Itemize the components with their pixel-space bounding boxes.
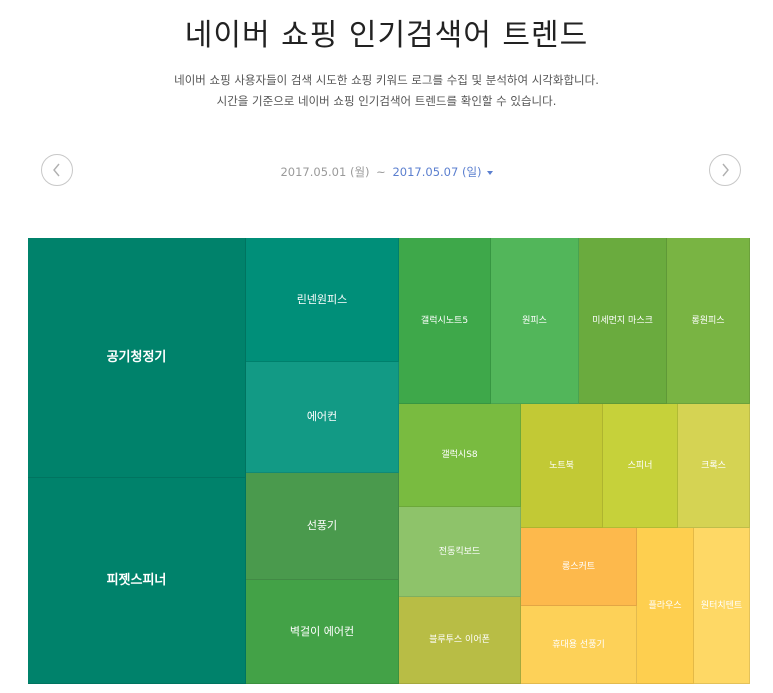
- treemap-cell[interactable]: 크록스: [678, 404, 750, 528]
- treemap-cell-label: 미세먼지 마스크: [592, 315, 653, 326]
- chevron-right-icon: [722, 163, 729, 177]
- treemap-cell-label: 노트북: [549, 460, 574, 471]
- trend-page: 네이버 쇼핑 인기검색어 트렌드 네이버 쇼핑 사용자들이 검색 시도한 쇼핑 …: [0, 0, 773, 693]
- treemap-cell[interactable]: 선풍기: [246, 473, 399, 580]
- treemap-cell-label: 블루투스 이어폰: [429, 635, 490, 645]
- treemap-cell[interactable]: 린넨원피스: [246, 238, 399, 362]
- treemap-cell[interactable]: 롱스커트: [521, 528, 637, 606]
- treemap-cell-label: 갤럭시노트5: [420, 315, 469, 326]
- description-line-1: 네이버 쇼핑 사용자들이 검색 시도한 쇼핑 키워드 로그를 수집 및 분석하여…: [174, 73, 599, 87]
- date-start: 2017.05.01 (월): [280, 165, 370, 179]
- treemap-cell[interactable]: 갤럭시노트5: [399, 238, 491, 404]
- treemap-cell[interactable]: 휴대용 선풍기: [521, 606, 637, 684]
- treemap-cell[interactable]: 갤럭시S8: [399, 404, 521, 507]
- treemap-cell[interactable]: 에어컨: [246, 362, 399, 473]
- treemap-cell-label: 피젯스피너: [106, 572, 167, 588]
- date-range: 2017.05.01 (월) ~ 2017.05.07 (일): [0, 164, 773, 180]
- treemap-cell[interactable]: 블루투스 이어폰: [399, 597, 521, 684]
- treemap-cell[interactable]: 미세먼지 마스크: [579, 238, 667, 404]
- date-end-label: 2017.05.07 (일): [392, 165, 482, 179]
- page-description: 네이버 쇼핑 사용자들이 검색 시도한 쇼핑 키워드 로그를 수집 및 분석하여…: [0, 70, 773, 112]
- treemap-cell-label: 에어컨: [306, 410, 338, 423]
- next-week-button[interactable]: [709, 154, 741, 186]
- date-end-dropdown[interactable]: 2017.05.07 (일): [392, 165, 493, 179]
- treemap-cell[interactable]: 롱원피스: [667, 238, 750, 404]
- treemap-cell-label: 갤럭시S8: [441, 450, 478, 460]
- treemap-cell-label: 스피너: [627, 460, 653, 471]
- treemap-cell[interactable]: 전동킥보드: [399, 507, 521, 597]
- treemap-cell-label: 공기청정기: [106, 349, 167, 365]
- caret-down-icon: [486, 170, 493, 175]
- treemap-cell-label: 원피스: [522, 315, 547, 326]
- treemap-cell-label: 벽걸이 에어컨: [289, 624, 355, 638]
- treemap-cell[interactable]: 플라우스: [637, 528, 694, 684]
- treemap-cell[interactable]: 원피스: [491, 238, 579, 404]
- treemap-cell-label: 원터치텐트: [700, 600, 743, 611]
- date-separator: ~: [376, 165, 386, 179]
- treemap-cell-label: 선풍기: [306, 519, 338, 532]
- treemap-cell[interactable]: 노트북: [521, 404, 603, 528]
- treemap-cell-label: 린넨원피스: [296, 292, 348, 306]
- treemap-cell-label: 휴대용 선풍기: [552, 639, 605, 650]
- treemap-cell[interactable]: 벽걸이 에어컨: [246, 580, 399, 684]
- treemap-cell-label: 플라우스: [648, 600, 682, 611]
- page-title: 네이버 쇼핑 인기검색어 트렌드: [184, 18, 589, 53]
- description-line-2: 시간을 기준으로 네이버 쇼핑 인기검색어 트렌드를 확인할 수 있습니다.: [216, 94, 557, 108]
- treemap-cell[interactable]: 스피너: [603, 404, 678, 528]
- treemap-cell[interactable]: 공기청정기: [28, 238, 246, 478]
- search-keyword-treemap: 공기청정기 피젯스피너 린넨원피스 에어컨 선풍기 벽걸이 에어컨 갤럭시노트5…: [28, 238, 750, 684]
- treemap-cell[interactable]: 원터치텐트: [694, 528, 750, 684]
- treemap-cell-label: 전동킥보드: [438, 546, 481, 557]
- treemap-cell-label: 롱원피스: [691, 315, 725, 326]
- treemap-cell-label: 롱스커트: [561, 561, 596, 572]
- treemap-cell[interactable]: 피젯스피너: [28, 478, 246, 684]
- treemap-cell-label: 크록스: [701, 460, 726, 471]
